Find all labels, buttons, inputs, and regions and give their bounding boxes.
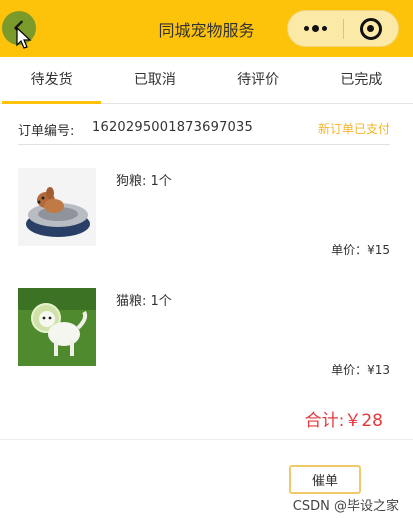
order-total: 合计:￥28	[304, 411, 383, 431]
mini-program-capsule	[287, 10, 399, 47]
order-header: 订单编号: 1620295001873697035 新订单已支付	[18, 117, 390, 145]
item-name: 猫粮: 1个	[116, 294, 172, 309]
item-name: 狗粮: 1个	[116, 174, 172, 189]
divider	[0, 439, 413, 440]
order-item[interactable]: 狗粮: 1个 单价：¥15	[18, 168, 390, 264]
watermark: CSDN @毕设之家	[292, 499, 399, 514]
navigation-bar: 同城宠物服务	[0, 0, 413, 57]
tab-cancelled[interactable]: 已取消	[103, 62, 206, 103]
dog-food-image	[18, 168, 96, 246]
tab-pending-review[interactable]: 待评价	[207, 62, 310, 103]
order-status-tabs: 待发货 已取消 待评价 已完成	[0, 62, 413, 104]
urge-order-button[interactable]: 催单	[289, 465, 361, 494]
tab-completed[interactable]: 已完成	[310, 62, 413, 103]
target-circle-icon	[359, 17, 382, 40]
order-number: 1620295001873697035	[92, 120, 253, 135]
order-item[interactable]: 猫粮: 1个 单价：¥13	[18, 288, 390, 384]
more-dots-icon[interactable]	[288, 25, 343, 32]
order-status-badge: 新订单已支付	[317, 122, 390, 136]
close-button[interactable]	[344, 17, 399, 40]
item-unit-price: 单价：¥13	[331, 363, 390, 377]
order-number-label: 订单编号:	[18, 124, 75, 139]
item-unit-price: 单价：¥15	[331, 243, 390, 257]
tab-pending-shipment[interactable]: 待发货	[0, 62, 103, 104]
cat-food-image	[18, 288, 96, 366]
